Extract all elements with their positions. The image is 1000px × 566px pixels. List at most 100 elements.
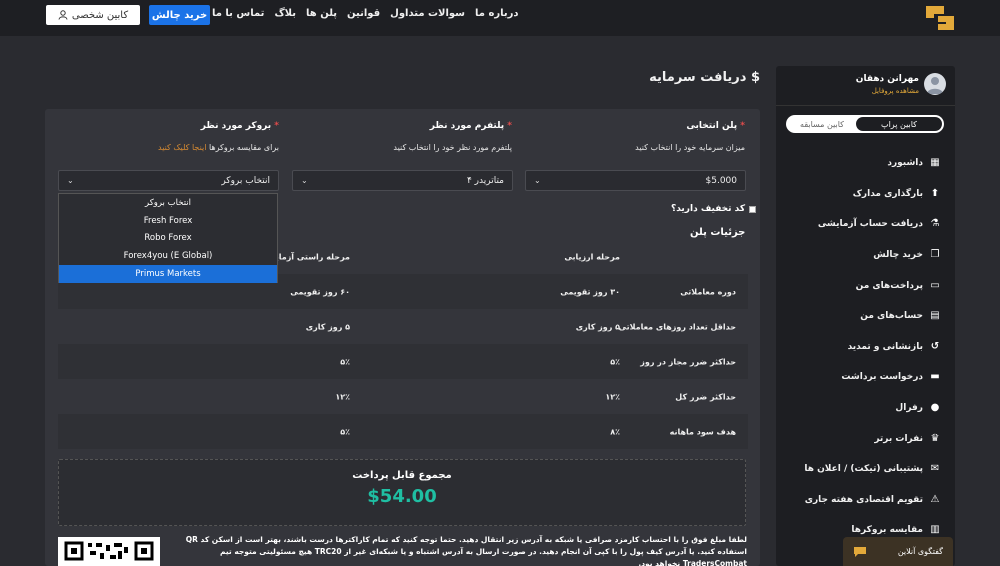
table-cell: ۱۲٪ xyxy=(335,392,350,401)
broker-dropdown: انتخاب بروکر Fresh Forex Robo Forex Fore… xyxy=(58,193,278,283)
table-cell: ۵ روز کاری xyxy=(305,322,350,331)
table-header-cell: مرحله ارزیابی xyxy=(564,252,620,261)
sidebar-item-demo[interactable]: ⚗ دریافت حساب آزمایشی xyxy=(776,209,955,240)
platform-select[interactable]: متاتریدر ۴ ⌄ xyxy=(292,170,513,191)
required-mark: * xyxy=(737,121,745,131)
broker-option[interactable]: Forex4you (E Global) xyxy=(59,247,277,265)
plan-select-value: $5.000 xyxy=(705,175,738,186)
toggle-contest-cabin[interactable]: کابین مسابقه xyxy=(788,117,856,131)
profile-header: مهرانن دهقان مشاهده پروفایل xyxy=(776,66,955,106)
sidebar-item-accounts[interactable]: ▤ حساب‌های من xyxy=(776,301,955,332)
flask-icon: ⚗ xyxy=(930,218,940,230)
sidebar-item-label: مقایسه بروکرها xyxy=(851,525,923,536)
online-chat-widget[interactable]: گفتگوی آنلاین xyxy=(843,537,953,566)
sidebar-item-calendar[interactable]: ⚠ تقویم اقتصادی هفته جاری xyxy=(776,485,955,516)
table-cell: ۱۲٪ xyxy=(605,392,620,401)
nav-rules[interactable]: قوانین xyxy=(347,8,380,19)
nav-about[interactable]: درباره ما xyxy=(475,8,519,19)
table-cell: هدف سود ماهانه xyxy=(669,427,736,436)
sidebar-item-label: داشبورد xyxy=(887,158,923,169)
sidebar-item-support[interactable]: ✉ پشتیبانی (تیکت) / اعلان ها xyxy=(776,454,955,485)
sidebar-item-buy[interactable]: ❐ خرید چالش xyxy=(776,240,955,271)
nav-faq[interactable]: سوالات متداول xyxy=(390,8,465,19)
sidebar-item-label: خرید چالش xyxy=(873,250,923,261)
table-header-cell: مرحله راستی آزمایی xyxy=(267,252,350,261)
table-cell: ۵ روز کاری xyxy=(575,322,620,331)
avatar[interactable] xyxy=(924,73,946,95)
sidebar-item-upload[interactable]: ⬆ بارگذاری مدارک xyxy=(776,179,955,210)
platform-label: * پلتفرم مورد نظر xyxy=(430,121,512,131)
sidebar-item-dashboard[interactable]: ▦ داشبورد xyxy=(776,148,955,179)
trophy-icon: ♛ xyxy=(930,432,940,444)
broker-option[interactable]: Fresh Forex xyxy=(59,212,277,230)
table-cell: ۵٪ xyxy=(610,357,620,366)
table-cell: ۶۰ روز تقویمی xyxy=(290,287,350,296)
sidebar-item-label: تقویم اقتصادی هفته جاری xyxy=(804,494,923,505)
page-title: $ دریافت سرمایه xyxy=(649,70,760,85)
plan-label-text: پلن انتخابی xyxy=(686,121,738,131)
main-nav: درباره ما سوالات متداول قوانین پلن ها بل… xyxy=(212,8,519,19)
sidebar-item-label: حساب‌های من xyxy=(860,311,923,322)
nav-blog[interactable]: بلاگ xyxy=(274,8,296,19)
buy-challenge-button[interactable]: خرید چالش xyxy=(149,5,210,25)
broker-option-highlighted[interactable]: Primus Markets xyxy=(59,265,277,283)
discount-checkbox-row[interactable]: کد تخفیف دارید؟ xyxy=(671,204,757,214)
plan-details-title: جزئیات پلن xyxy=(690,227,746,238)
wallet-icon: ▬ xyxy=(930,371,940,383)
table-cell: دوره معاملاتی xyxy=(680,287,736,296)
sidebar-item-leaderboard[interactable]: ♛ نفرات برتر xyxy=(776,423,955,454)
table-cell: ۵٪ xyxy=(340,357,350,366)
discount-label: کد تخفیف دارید؟ xyxy=(671,204,746,214)
sidebar: مهرانن دهقان مشاهده پروفایل کابین پراپ ک… xyxy=(776,66,955,566)
sidebar-menu: ▦ داشبورد ⬆ بارگذاری مدارک ⚗ دریافت حساب آز… xyxy=(776,148,955,546)
table-row: حداکثر ضرر مجاز در روز ۵٪ ۵٪ xyxy=(58,344,748,379)
table-cell: ۳۰ روز تقویمی xyxy=(560,287,620,296)
broker-option[interactable]: انتخاب بروکر xyxy=(59,194,277,212)
user-icon xyxy=(58,10,68,20)
money-icon: ▭ xyxy=(930,279,940,291)
sidebar-item-label: بازنشانی و تمدید xyxy=(847,341,923,352)
broker-compare-link[interactable]: اینجا کلیک کنید xyxy=(158,143,206,152)
sidebar-item-payments[interactable]: ▭ پرداخت‌های من xyxy=(776,270,955,301)
chat-bubble-icon xyxy=(854,546,866,557)
sidebar-item-withdraw[interactable]: ▬ درخواست برداشت xyxy=(776,362,955,393)
broker-hint-text: برای مقایسه بروکرها xyxy=(208,143,279,152)
total-label: مجموع قابل پرداخت xyxy=(352,470,452,481)
personal-cabinet-button[interactable]: کابین شخصی xyxy=(46,5,140,25)
total-amount: $54.00 xyxy=(367,486,437,507)
broker-select-value: انتخاب بروکر xyxy=(221,175,270,186)
chevron-down-icon: ⌄ xyxy=(67,176,74,185)
user-name: مهرانن دهقان xyxy=(855,74,919,84)
sidebar-item-label: دریافت حساب آزمایشی xyxy=(817,219,923,230)
warning-icon: ⚠ xyxy=(930,493,940,505)
nav-contact[interactable]: تماس با ما xyxy=(212,8,264,19)
copy-icon: ❐ xyxy=(930,249,940,261)
brand-logo[interactable] xyxy=(922,4,956,32)
sidebar-item-label: نفرات برتر xyxy=(874,433,923,444)
view-profile-link[interactable]: مشاهده پروفایل xyxy=(872,87,919,95)
platform-select-value: متاتریدر ۴ xyxy=(466,175,504,186)
chat-label: گفتگوی آنلاین xyxy=(897,547,943,556)
cabin-toggle[interactable]: کابین پراپ کابین مسابقه xyxy=(786,115,944,133)
plan-select[interactable]: $5.000 ⌄ xyxy=(525,170,746,191)
broker-label-text: بروکر مورد نظر xyxy=(200,121,272,131)
chat-icon: ✉ xyxy=(930,463,940,475)
discount-checkbox[interactable] xyxy=(749,205,757,213)
cabinet-button-label: کابین شخصی xyxy=(71,9,129,21)
broker-select[interactable]: انتخاب بروکر ⌄ xyxy=(58,170,279,191)
platform-hint: پلتفرم مورد نظر خود را انتخاب کنید xyxy=(393,143,512,152)
payment-note: لطفا مبلغ فوق را با احتساب کارمزد صرافی … xyxy=(185,535,747,566)
platform-label-text: پلتفرم مورد نظر xyxy=(429,121,505,131)
broker-option[interactable]: Robo Forex xyxy=(59,230,277,248)
nav-plans[interactable]: پلن ها xyxy=(306,8,337,19)
upload-icon: ⬆ xyxy=(930,187,940,199)
table-cell: حداکثر ضرر مجاز در روز xyxy=(640,357,736,366)
sidebar-item-referral[interactable]: ● رفرال xyxy=(776,393,955,424)
sidebar-item-label: پرداخت‌های من xyxy=(855,280,923,291)
top-bar: درباره ما سوالات متداول قوانین پلن ها بل… xyxy=(0,0,1000,36)
sidebar-item-label: پشتیبانی (تیکت) / اعلان ها xyxy=(804,464,923,475)
table-cell: حداکثر ضرر کل xyxy=(675,392,736,401)
sidebar-item-label: رفرال xyxy=(895,403,923,414)
sidebar-item-reset[interactable]: ↺ بازنشانی و تمدید xyxy=(776,332,955,363)
toggle-prop-cabin[interactable]: کابین پراپ xyxy=(856,117,942,131)
